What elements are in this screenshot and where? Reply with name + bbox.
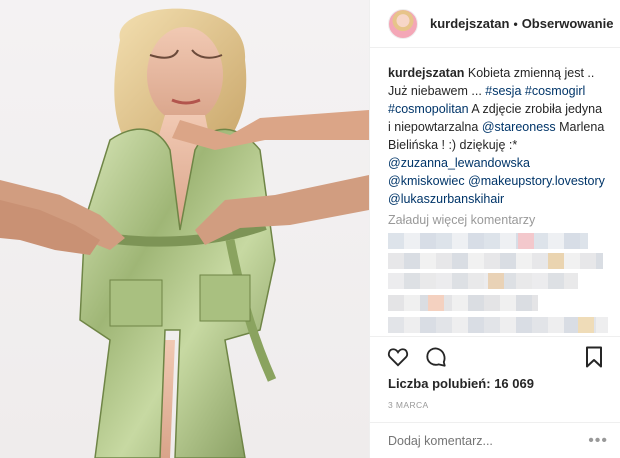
post-actions [370,336,620,376]
mention-lukaszurbanski[interactable]: @lukaszurbanskihair [388,192,504,206]
load-more-comments-button[interactable]: Załaduj więcej komentarzy [388,213,606,227]
mention-stareoness[interactable]: @stareoness [482,120,556,134]
pixelated-row [518,233,534,249]
add-comment-input[interactable] [388,433,589,448]
hashtag-cosmogirl[interactable]: #cosmogirl [525,84,585,98]
mention-zuzanna[interactable]: @zuzanna_lewandowska [388,156,530,170]
separator-dot: • [513,16,518,31]
caption-username[interactable]: kurdejszatan [388,66,464,80]
likes-count[interactable]: Liczba polubień: 16 069 [370,376,620,394]
mention-makeupstory[interactable]: @makeupstory.lovestory [468,174,605,188]
add-comment-bar: ••• [370,422,620,458]
instagram-post: kurdejszatan • Obserwowanie kurdejszatan… [0,0,620,458]
hashtag-cosmopolitan[interactable]: #cosmopolitan [388,102,469,116]
pixelated-row [428,295,444,311]
comments-area: kurdejszatan Kobieta zmienną jest .. Już… [370,48,620,336]
likes-number: 16 069 [494,376,534,391]
hashtag-sesja[interactable]: #sesja [485,84,521,98]
pixelated-row [388,233,588,249]
post-caption: kurdejszatan Kobieta zmienną jest .. Już… [388,64,606,208]
pixelated-row [388,253,603,269]
post-side-panel: kurdejszatan • Obserwowanie kurdejszatan… [369,0,620,458]
pixelated-row [388,295,538,311]
pixelated-comments [388,233,608,336]
post-date[interactable]: 3 MARCA [370,394,620,416]
post-header: kurdejszatan • Obserwowanie [370,0,620,48]
more-dots-icon[interactable]: ••• [588,432,608,450]
pixelated-row [388,317,608,333]
mention-kmiskowiec[interactable]: @kmiskowiec [388,174,465,188]
header-username[interactable]: kurdejszatan [430,16,509,31]
fashion-photo-illustration [0,8,369,458]
pixelated-row [548,253,564,269]
comment-bubble-icon[interactable] [424,345,448,369]
following-button[interactable]: Obserwowanie [522,16,614,31]
avatar[interactable] [388,8,418,39]
pixelated-row [388,273,578,289]
heart-icon[interactable] [386,345,410,369]
bookmark-icon[interactable] [582,345,606,369]
likes-label: Liczba polubień: [388,376,491,391]
pixelated-row [578,317,594,333]
post-photo[interactable] [0,0,369,458]
pixelated-row [488,273,504,289]
